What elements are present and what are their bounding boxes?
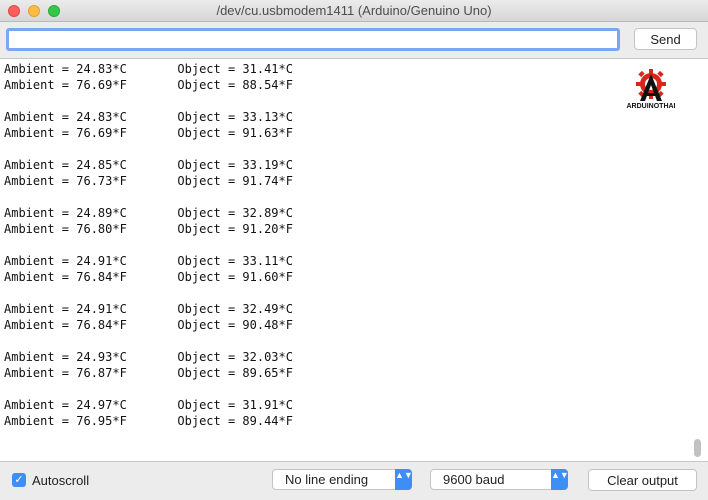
output-line: Ambient = 24.83*C Object = 31.41*C: [4, 62, 293, 76]
bottom-bar: ✓ Autoscroll No line ending ▲▼ 9600 baud…: [0, 462, 708, 500]
window-titlebar: /dev/cu.usbmodem1411 (Arduino/Genuino Un…: [0, 0, 708, 22]
output-line: Ambient = 76.87*F Object = 89.65*F: [4, 366, 293, 380]
clear-output-button[interactable]: Clear output: [588, 469, 697, 491]
send-toolbar: Send: [0, 22, 708, 58]
serial-input[interactable]: [6, 28, 620, 51]
output-line: Ambient = 76.84*F Object = 90.48*F: [4, 318, 293, 332]
output-line: Ambient = 24.91*C Object = 32.49*C: [4, 302, 293, 316]
autoscroll-checkbox[interactable]: ✓: [12, 473, 26, 487]
arduinothai-gear-logo-icon: [636, 69, 666, 101]
output-line: Ambient = 24.97*C Object = 31.91*C: [4, 398, 293, 412]
output-line: Ambient = 76.73*F Object = 91.74*F: [4, 174, 293, 188]
serial-output[interactable]: Ambient = 24.83*C Object = 31.41*C Ambien…: [0, 58, 708, 462]
arduinothai-logo: ARDUINOTHAI: [626, 67, 676, 113]
output-line: Ambient = 24.85*C Object = 33.19*C: [4, 158, 293, 172]
output-line: Ambient = 76.69*F Object = 91.63*F: [4, 126, 293, 140]
output-line: Ambient = 76.80*F Object = 91.20*F: [4, 222, 293, 236]
baud-rate-value: 9600 baud: [443, 472, 505, 487]
line-ending-value: No line ending: [285, 472, 369, 487]
autoscroll-label[interactable]: Autoscroll: [32, 473, 89, 488]
send-button[interactable]: Send: [634, 28, 697, 50]
output-line: Ambient = 24.93*C Object = 32.03*C: [4, 350, 293, 364]
line-ending-select[interactable]: No line ending ▲▼: [272, 469, 413, 490]
output-lines: Ambient = 24.83*C Object = 31.41*C Ambien…: [4, 61, 293, 429]
checkmark-icon: ✓: [14, 474, 24, 486]
window-title: /dev/cu.usbmodem1411 (Arduino/Genuino Un…: [216, 3, 492, 18]
output-line: Ambient = 76.84*F Object = 91.60*F: [4, 270, 293, 284]
scroll-thumb[interactable]: [694, 439, 701, 457]
vertical-scrollbar[interactable]: [690, 59, 706, 461]
up-down-chevron-icon: ▲▼: [395, 469, 413, 490]
output-line: Ambient = 76.69*F Object = 88.54*F: [4, 78, 293, 92]
output-line: Ambient = 76.95*F Object = 89.44*F: [4, 414, 293, 428]
output-line: Ambient = 24.89*C Object = 32.89*C: [4, 206, 293, 220]
output-line: Ambient = 24.83*C Object = 33.13*C: [4, 110, 293, 124]
output-line: Ambient = 24.91*C Object = 33.11*C: [4, 254, 293, 268]
up-down-chevron-icon: ▲▼: [551, 469, 569, 490]
logo-text: ARDUINOTHAI: [626, 103, 676, 110]
baud-rate-select[interactable]: 9600 baud ▲▼: [430, 469, 569, 490]
